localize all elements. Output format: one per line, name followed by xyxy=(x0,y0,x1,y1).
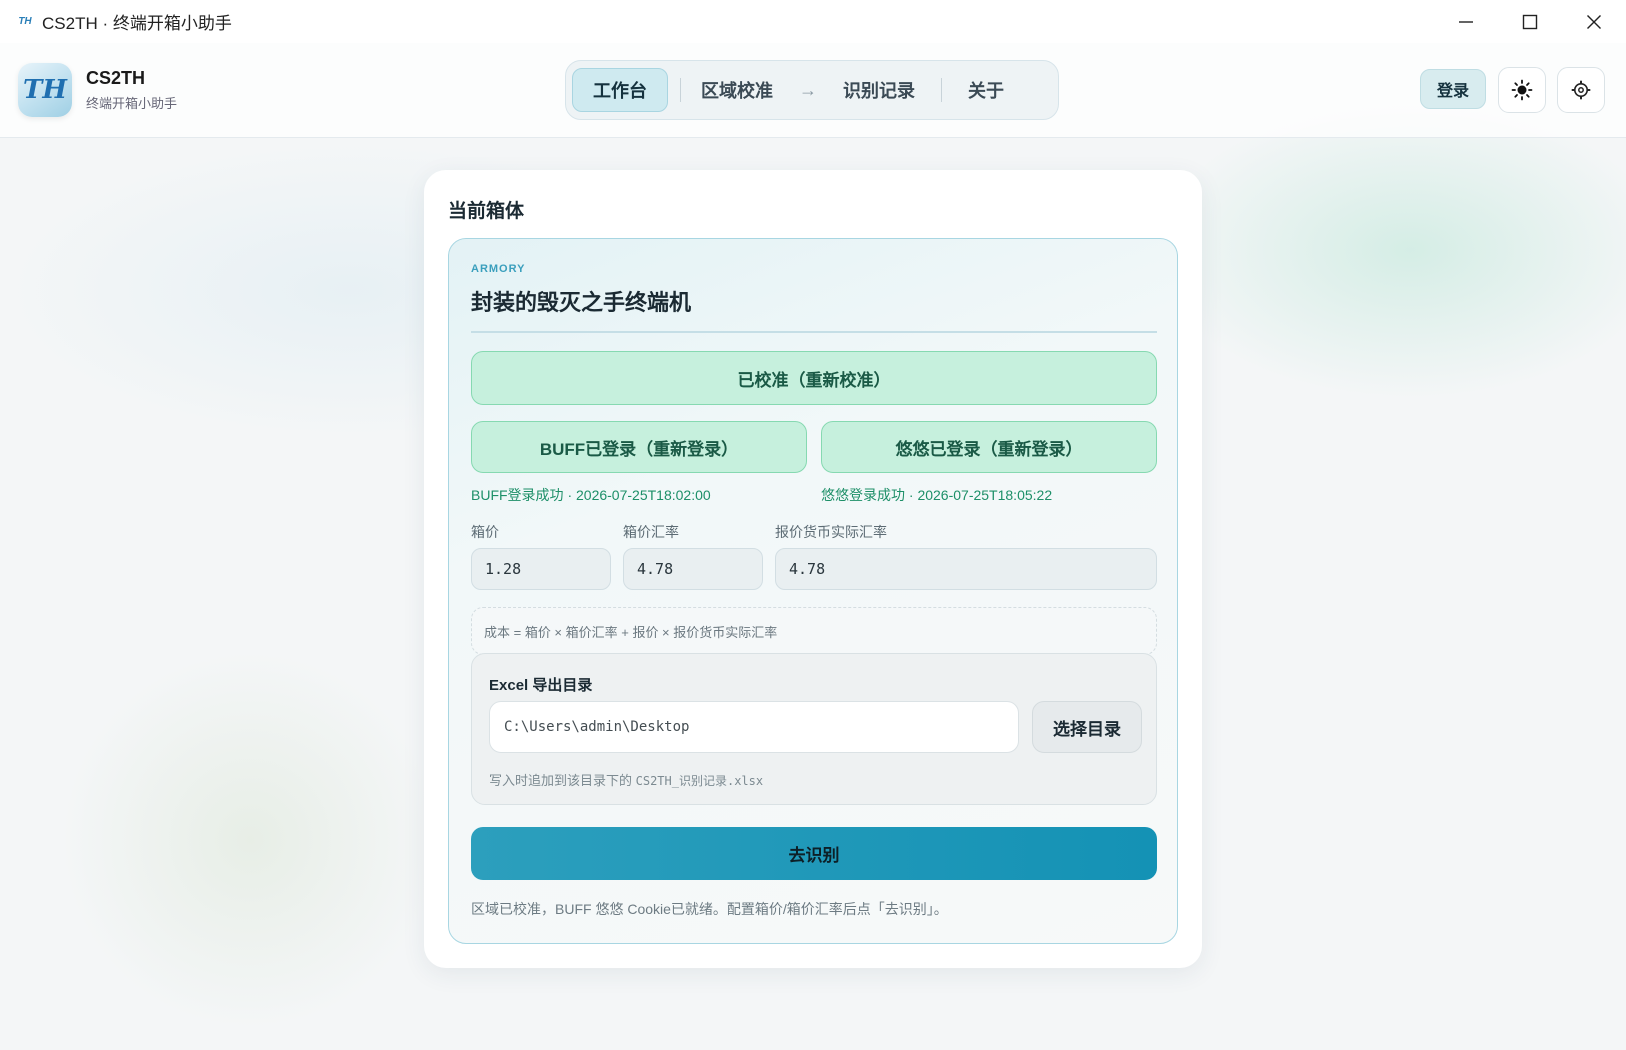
background-glow xyxy=(1150,100,1626,400)
box-price-label: 箱价 xyxy=(471,524,499,540)
tab-recognition-records[interactable]: 识别记录 xyxy=(835,68,923,112)
buff-login-status: BUFF登录成功 · 2026-07-25T18:02:00 xyxy=(471,487,711,503)
box-rate-label: 箱价汇率 xyxy=(623,524,679,540)
arrow-right-icon: → xyxy=(799,79,817,100)
divider xyxy=(471,331,1157,333)
login-button[interactable]: 登录 xyxy=(1420,69,1486,109)
excel-export-section: Excel 导出目录 C:\Users\admin\Desktop 选择目录 写… xyxy=(471,653,1157,805)
current-case-card: 当前箱体 ARMORY 封装的毁灭之手终端机 已校准（重新校准） BUFF已登录… xyxy=(424,170,1202,968)
sun-icon xyxy=(1511,79,1533,101)
window-controls xyxy=(1434,0,1626,43)
export-path-input[interactable]: C:\Users\admin\Desktop xyxy=(489,701,1019,753)
background-glow xyxy=(60,650,440,1030)
buff-relogin-button[interactable]: BUFF已登录（重新登录） xyxy=(471,421,807,473)
window-title: CS2TH · 终端开箱小助手 xyxy=(42,14,232,33)
excel-hint: 写入时追加到该目录下的 CS2TH_识别记录.xlsx xyxy=(489,770,763,789)
tab-region-calibration[interactable]: 区域校准 xyxy=(693,68,781,112)
brand-subtitle: 终端开箱小助手 xyxy=(86,96,178,111)
theme-toggle-button[interactable] xyxy=(1498,67,1546,113)
minimize-icon xyxy=(1459,20,1473,23)
minimize-button[interactable] xyxy=(1434,0,1498,43)
app-logo-small-icon: TH xyxy=(18,16,32,27)
card-title: 当前箱体 xyxy=(448,201,525,222)
case-category-tag: ARMORY xyxy=(471,263,526,275)
close-button[interactable] xyxy=(1562,0,1626,43)
window-titlebar: TH CS2TH · 终端开箱小助手 xyxy=(0,0,1626,43)
case-panel: ARMORY 封装的毁灭之手终端机 已校准（重新校准） BUFF已登录（重新登录… xyxy=(448,238,1178,944)
recalibrate-button[interactable]: 已校准（重新校准） xyxy=(471,351,1157,405)
choose-directory-button[interactable]: 选择目录 xyxy=(1032,701,1142,753)
app-logo: TH xyxy=(18,63,72,117)
nav-separator xyxy=(680,78,681,102)
quote-rate-input[interactable]: 4.78 xyxy=(775,548,1157,590)
nav-separator xyxy=(941,78,942,102)
box-rate-input[interactable]: 4.78 xyxy=(623,548,763,590)
maximize-icon xyxy=(1522,14,1538,29)
brand-name: CS2TH xyxy=(86,68,146,88)
main-nav: 工作台 区域校准 → 识别记录 关于 xyxy=(565,60,1059,120)
excel-hint-filename: CS2TH_识别记录.xlsx xyxy=(635,774,764,788)
tab-about[interactable]: 关于 xyxy=(960,68,1012,112)
close-icon xyxy=(1587,14,1601,29)
start-recognition-button[interactable]: 去识别 xyxy=(471,827,1157,880)
excel-section-title: Excel 导出目录 xyxy=(489,677,593,694)
gear-icon xyxy=(1571,80,1591,100)
tab-workbench[interactable]: 工作台 xyxy=(572,68,668,112)
cost-formula: 成本 = 箱价 × 箱价汇率 + 报价 × 报价货币实际汇率 xyxy=(471,607,1157,655)
settings-button[interactable] xyxy=(1557,67,1605,113)
box-price-input[interactable]: 1.28 xyxy=(471,548,611,590)
maximize-button[interactable] xyxy=(1498,0,1562,43)
youyou-login-status: 悠悠登录成功 · 2026-07-25T18:05:22 xyxy=(821,487,1053,503)
quote-rate-label: 报价货币实际汇率 xyxy=(775,524,887,540)
excel-hint-text: 写入时追加到该目录下的 xyxy=(489,773,636,788)
app-header: TH CS2TH 终端开箱小助手 工作台 区域校准 → 识别记录 关于 登录 xyxy=(0,43,1626,138)
status-note: 区域已校准，BUFF 悠悠 Cookie已就绪。配置箱价/箱价汇率后点「去识别」… xyxy=(471,901,948,917)
case-name: 封装的毁灭之手终端机 xyxy=(471,290,692,315)
youyou-relogin-button[interactable]: 悠悠已登录（重新登录） xyxy=(821,421,1157,473)
